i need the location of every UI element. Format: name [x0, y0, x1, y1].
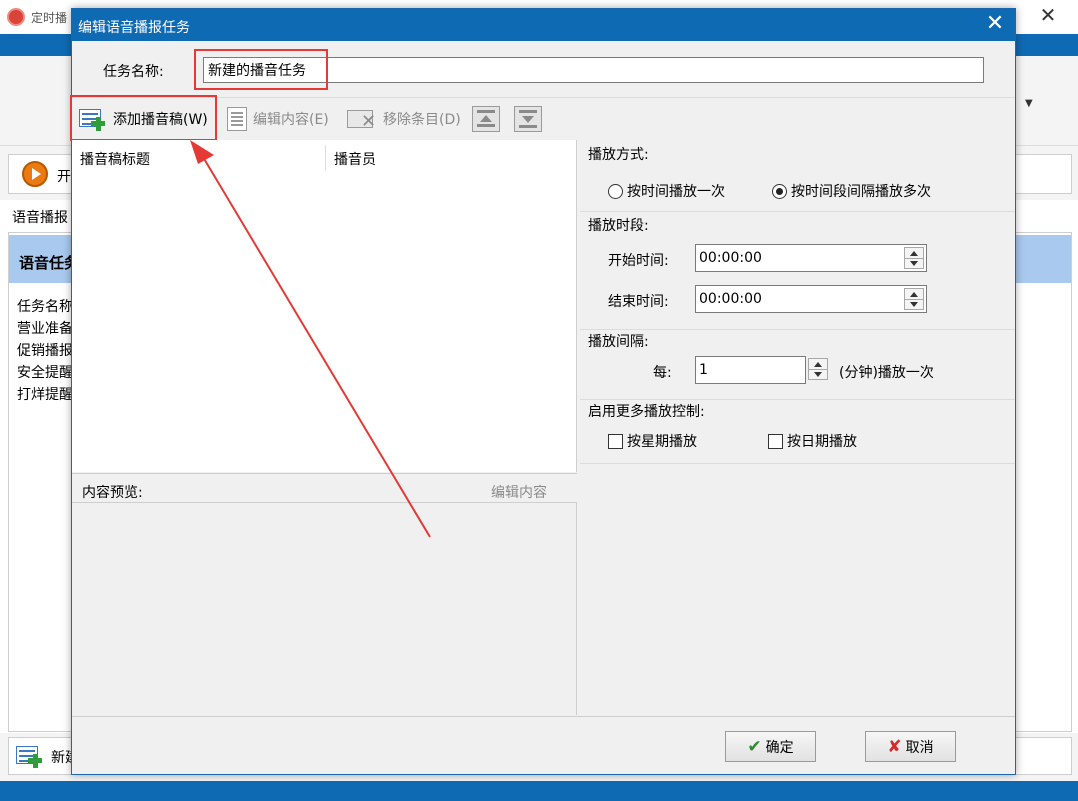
start-button-label: 开: [57, 169, 71, 185]
every-label: 每:: [653, 365, 672, 381]
start-time-value: 00:00:00: [699, 250, 762, 266]
interval-value: 1: [699, 362, 708, 378]
dialog-titlebar: [72, 9, 1015, 41]
radio-play-once-label: 按时间播放一次: [627, 184, 725, 200]
list-item[interactable]: 安全提醒: [17, 362, 73, 384]
chevron-down-icon[interactable]: ▼: [1025, 98, 1033, 109]
move-down-button[interactable]: [514, 106, 542, 132]
remove-item-button[interactable]: ✕ 移除条目(D): [347, 106, 461, 132]
checkbox-box: [768, 433, 783, 449]
column-divider[interactable]: [325, 145, 326, 171]
end-time-field[interactable]: 00:00:00: [695, 285, 927, 313]
column-header-announcer[interactable]: 播音员: [334, 149, 376, 169]
radio-play-interval[interactable]: 按时间段间隔播放多次: [772, 181, 931, 201]
preview-area: [72, 503, 577, 715]
add-document-icon: [16, 744, 44, 768]
radio-play-interval-label: 按时间段间隔播放多次: [791, 184, 931, 200]
checkbox-by-date-label: 按日期播放: [787, 434, 857, 450]
interval-stepper[interactable]: [808, 358, 828, 380]
check-icon: ✔: [747, 736, 762, 757]
play-interval-label: 播放间隔:: [588, 334, 649, 350]
edit-task-dialog: 编辑语音播报任务 ✕ 任务名称: 添加播音稿(W) 编辑内容(E) ✕ 移除条目…: [70, 8, 1016, 775]
ok-label: 确定: [765, 739, 794, 756]
move-up-button[interactable]: [472, 106, 500, 132]
end-time-value: 00:00:00: [699, 291, 762, 307]
list-item[interactable]: 打烊提醒: [17, 384, 73, 406]
task-list: 任务名称 营业准备 促销播报 安全提醒 打烊提醒: [17, 296, 73, 406]
main-window-title: 定时播: [31, 11, 68, 25]
play-period-label: 播放时段:: [588, 218, 649, 234]
move-up-icon: [472, 106, 500, 132]
cancel-button[interactable]: ✘ 取消: [865, 731, 956, 762]
cross-icon: ✘: [887, 736, 902, 757]
checkbox-by-weekday[interactable]: 按星期播放: [608, 431, 697, 451]
list-item[interactable]: 营业准备: [17, 318, 73, 340]
checkbox-box: [608, 433, 623, 449]
main-close-icon[interactable]: ✕: [1036, 4, 1060, 28]
start-time-field[interactable]: 00:00:00: [695, 244, 927, 272]
cancel-label: 取消: [905, 739, 934, 756]
remove-item-label: 移除条目(D): [383, 112, 461, 128]
edit-content-label: 编辑内容(E): [253, 112, 329, 128]
highlight-box: [194, 49, 328, 90]
preview-label: 内容预览:: [82, 485, 143, 501]
interval-suffix: (分钟)播放一次: [839, 365, 934, 381]
document-icon: [227, 107, 247, 131]
checkbox-by-date[interactable]: 按日期播放: [768, 431, 857, 451]
preview-edit-link[interactable]: 编辑内容: [491, 482, 547, 502]
list-item[interactable]: 促销播报: [17, 340, 73, 362]
interval-field[interactable]: 1: [695, 356, 806, 384]
app-icon: [7, 8, 25, 26]
edit-content-button[interactable]: 编辑内容(E): [227, 106, 329, 132]
end-time-label: 结束时间:: [608, 294, 669, 310]
task-panel-title: 语音任务: [19, 254, 80, 272]
play-mode-label: 播放方式:: [588, 147, 649, 163]
ok-button[interactable]: ✔ 确定: [725, 731, 816, 762]
status-bar: [0, 781, 1078, 801]
start-time-stepper[interactable]: [904, 247, 924, 269]
play-icon: [22, 161, 48, 187]
script-list[interactable]: [72, 140, 577, 472]
radio-circle: [608, 183, 623, 199]
end-time-stepper[interactable]: [904, 288, 924, 310]
more-control-label: 启用更多播放控制:: [588, 404, 705, 420]
move-down-icon: [514, 106, 542, 132]
column-header-title[interactable]: 播音稿标题: [80, 149, 150, 169]
checkbox-by-weekday-label: 按星期播放: [627, 434, 697, 450]
list-item: 任务名称: [17, 299, 73, 315]
section-label: 语音播报: [12, 210, 68, 226]
task-name-label: 任务名称:: [103, 64, 164, 80]
dialog-title: 编辑语音播报任务: [78, 20, 190, 36]
highlight-box: [70, 95, 217, 141]
radio-circle-selected: [772, 183, 787, 199]
close-icon[interactable]: ✕: [982, 12, 1008, 38]
start-time-label: 开始时间:: [608, 253, 669, 269]
radio-play-once[interactable]: 按时间播放一次: [608, 181, 725, 201]
remove-icon: ✕: [347, 107, 377, 131]
